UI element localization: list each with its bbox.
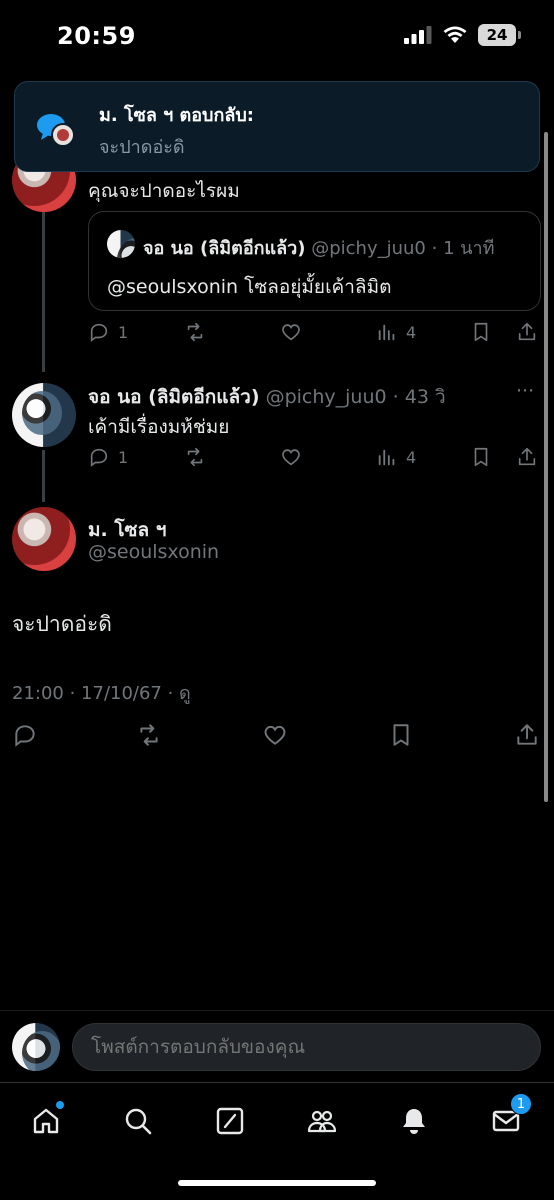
- post-meta: 21:00 · 17/10/67 · ดู: [12, 683, 191, 704]
- bookmark-button[interactable]: [470, 446, 492, 468]
- status-icons: 24: [404, 24, 521, 46]
- main-post-actions: [12, 722, 542, 756]
- post-text: คุณจะปาดอะไรผม: [88, 180, 240, 202]
- views-button[interactable]: 4: [376, 321, 416, 343]
- reply-button[interactable]: 1: [88, 321, 128, 343]
- share-button[interactable]: [516, 321, 538, 343]
- battery-indicator: 24: [478, 24, 521, 46]
- tab-home[interactable]: [26, 1101, 66, 1141]
- quote-text: @seoulsxonin โซลอยุ่มั้ยเค้าลิมิต: [107, 276, 392, 298]
- communities-icon: [307, 1110, 337, 1133]
- thread-line: [42, 450, 45, 502]
- view-count: 4: [406, 447, 417, 467]
- like-button[interactable]: [280, 446, 302, 468]
- like-button[interactable]: [262, 722, 288, 748]
- share-icon: [517, 724, 537, 745]
- home-unread-dot: [56, 1101, 64, 1109]
- post-text: จะปาดอ่ะดิ: [12, 612, 112, 636]
- toast-message: จะปาดอ่ะดิ: [99, 137, 185, 158]
- views-button[interactable]: 4: [376, 446, 416, 468]
- share-button[interactable]: [516, 446, 538, 468]
- quote-author-handle: @pichy_juu0: [311, 238, 426, 259]
- quoted-post[interactable]: จอ นอ (ลิมิตอีกแล้ว) @pichy_juu0 · 1 นาท…: [88, 211, 541, 311]
- share-button[interactable]: [514, 722, 540, 748]
- home-indicator: [178, 1180, 376, 1186]
- reply-icon: [15, 725, 35, 747]
- reply-button[interactable]: [12, 722, 38, 748]
- reply-icon: [90, 448, 108, 467]
- bookmark-icon: [474, 447, 488, 467]
- reply-composer: [0, 1010, 554, 1082]
- repost-icon: [187, 447, 203, 467]
- bookmark-button[interactable]: [388, 722, 414, 748]
- grok-icon: [216, 1107, 244, 1135]
- post-text: เค้ามีเรื่องมห้ช่มย: [88, 416, 230, 438]
- quote-time: · 1 นาที: [431, 238, 495, 259]
- toast-title: ม. โซล ฯ ตอบกลับ:: [99, 105, 255, 126]
- search-icon: [125, 1108, 152, 1135]
- author-handle[interactable]: @seoulsxonin: [88, 541, 219, 563]
- post-time: · 43 วิ: [392, 386, 446, 408]
- tab-search[interactable]: [118, 1101, 158, 1141]
- reply-input[interactable]: [72, 1023, 541, 1071]
- reply-count: 1: [118, 447, 129, 467]
- bar-chart-icon: [378, 449, 395, 466]
- signal-icon: [404, 26, 432, 44]
- status-bar: 20:59 24: [0, 0, 554, 72]
- wifi-icon: [443, 26, 467, 43]
- reply-notification-toast[interactable]: ม. โซล ฯ ตอบกลับ: จะปาดอ่ะดิ: [14, 81, 540, 172]
- messages-badge: 1: [510, 1093, 532, 1115]
- quote-author-name: จอ นอ (ลิมิตอีกแล้ว): [143, 238, 306, 259]
- reply-icon: [90, 323, 108, 342]
- repost-button[interactable]: [184, 446, 206, 468]
- reply-count: 1: [118, 322, 129, 342]
- post-header: จอ นอ (ลิมิตอีกแล้ว) @pichy_juu0 · 43 วิ: [88, 382, 446, 412]
- tab-messages[interactable]: 1: [486, 1093, 532, 1141]
- repost-button[interactable]: [184, 321, 206, 343]
- bookmark-button[interactable]: [470, 321, 492, 343]
- bell-icon: [403, 1109, 425, 1134]
- view-count: 4: [406, 322, 417, 342]
- tab-communities[interactable]: [302, 1101, 342, 1141]
- scrollbar[interactable]: [544, 132, 548, 802]
- post-actions: 1 4: [88, 321, 540, 351]
- share-icon: [518, 322, 536, 341]
- quote-header: จอ นอ (ลิมิตอีกแล้ว) @pichy_juu0 · 1 นาท…: [143, 233, 495, 262]
- author-handle[interactable]: @pichy_juu0: [266, 386, 387, 408]
- bar-chart-icon: [378, 324, 395, 341]
- repost-icon: [140, 724, 158, 746]
- like-button[interactable]: [280, 321, 302, 343]
- avatar: [107, 230, 135, 258]
- share-icon: [518, 447, 536, 466]
- more-options-button[interactable]: ···: [516, 380, 534, 402]
- thread-line: [42, 212, 45, 372]
- avatar[interactable]: [12, 383, 76, 447]
- post-actions: 1 4: [88, 446, 540, 476]
- tab-grok[interactable]: [210, 1101, 250, 1141]
- home-icon: [33, 1108, 59, 1134]
- chat-bubble-icon: [37, 114, 75, 147]
- avatar[interactable]: [12, 507, 76, 571]
- author-name[interactable]: จอ นอ (ลิมิตอีกแล้ว): [88, 386, 260, 408]
- tab-notifications[interactable]: [394, 1101, 434, 1141]
- reply-button[interactable]: 1: [88, 446, 128, 468]
- bookmark-icon: [474, 322, 488, 342]
- heart-icon: [282, 324, 300, 341]
- repost-button[interactable]: [136, 722, 162, 748]
- status-time: 20:59: [57, 22, 136, 50]
- bookmark-icon: [393, 724, 409, 746]
- avatar: [12, 1023, 60, 1071]
- repost-icon: [187, 322, 203, 342]
- heart-icon: [264, 725, 286, 745]
- heart-icon: [282, 449, 300, 466]
